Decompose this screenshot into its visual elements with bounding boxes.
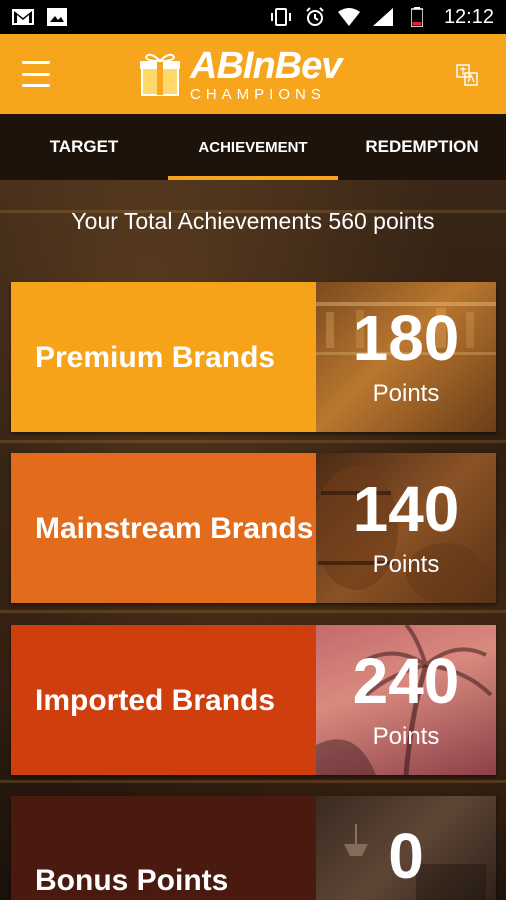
card-points-label: Points xyxy=(372,380,440,407)
hamburger-menu-icon[interactable] xyxy=(22,61,58,87)
status-time: 12:12 xyxy=(443,5,494,28)
card-points-label: Points xyxy=(372,551,440,578)
battery-icon xyxy=(406,7,428,27)
gmail-icon xyxy=(12,8,34,26)
tab-bar: TARGET ACHIEVEMENT REDEMPTION xyxy=(0,114,506,180)
card-points-value: 140 xyxy=(352,473,460,545)
translate-icon[interactable] xyxy=(456,64,478,86)
tab-redemption[interactable]: REDEMPTION xyxy=(338,114,506,180)
total-achievements-text: Your Total Achievements 560 points xyxy=(71,208,435,234)
app-bar: ABInBev CHAMPIONS xyxy=(0,34,506,114)
wifi-icon xyxy=(337,8,360,26)
card-points-value: 240 xyxy=(352,645,460,717)
card-points-label: Points xyxy=(372,723,440,750)
card-title: Premium Brands xyxy=(11,282,316,432)
status-left xyxy=(12,8,68,26)
tab-achievement[interactable]: ACHIEVEMENT xyxy=(168,114,338,180)
card-points-panel: 140 Points xyxy=(316,453,496,603)
gift-logo-icon xyxy=(140,53,180,96)
card-title: Mainstream Brands xyxy=(11,453,316,603)
status-right: 12:12 xyxy=(270,6,494,29)
card-bonus-points[interactable]: Bonus Points 0 xyxy=(11,796,496,900)
card-points-panel: 0 xyxy=(316,796,496,900)
card-mainstream-brands[interactable]: Mainstream Brands 140 Points xyxy=(11,453,496,603)
card-title: Imported Brands xyxy=(11,625,316,775)
logo-subtitle: CHAMPIONS xyxy=(190,85,326,103)
card-points-value: 180 xyxy=(352,302,460,374)
tab-target[interactable]: TARGET xyxy=(0,114,168,180)
card-imported-brands[interactable]: Imported Brands 240 Points xyxy=(11,625,496,775)
card-points-panel: 240 Points xyxy=(316,625,496,775)
app-logo: ABInBev CHAMPIONS xyxy=(138,44,362,104)
card-points-value: 0 xyxy=(388,820,424,892)
vibrate-icon xyxy=(270,8,292,26)
status-bar: 12:12 xyxy=(0,0,506,34)
image-icon xyxy=(46,8,68,26)
card-points-panel: 180 Points xyxy=(316,282,496,432)
logo-brand: ABInBev xyxy=(190,44,342,87)
card-premium-brands[interactable]: Premium Brands 180 Points xyxy=(11,282,496,432)
signal-icon xyxy=(372,8,394,26)
card-title: Bonus Points xyxy=(11,796,316,900)
alarm-icon xyxy=(304,7,326,26)
